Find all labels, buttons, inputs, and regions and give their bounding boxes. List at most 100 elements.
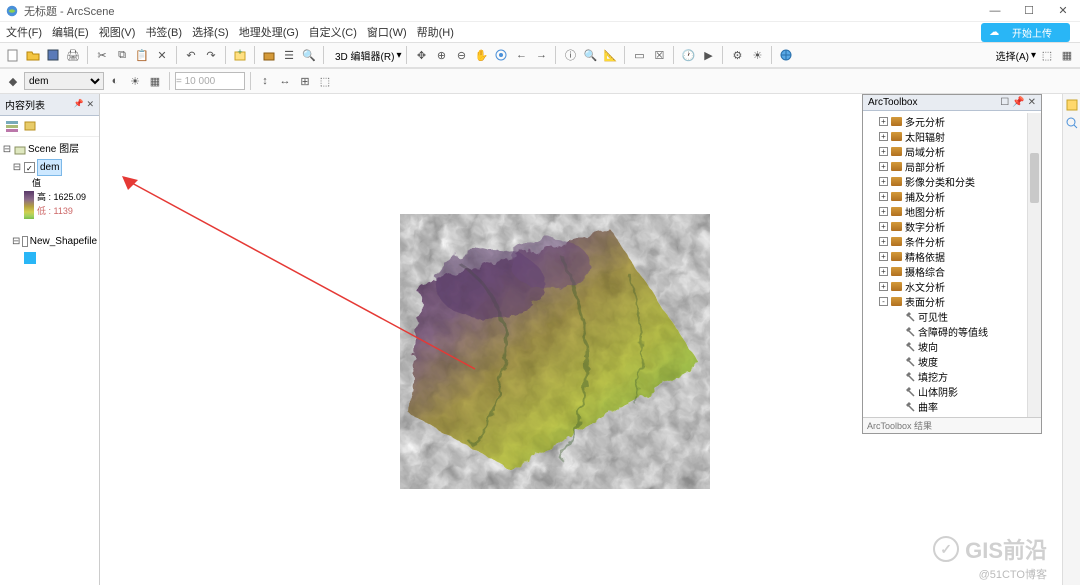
measure-button[interactable]: 📐 <box>601 46 619 64</box>
toolbox-node[interactable]: +太阳辐射 <box>865 129 1039 144</box>
arctoolbox-dock-icon[interactable]: ☐ <box>1000 97 1009 108</box>
toc-list-by-source-icon[interactable] <box>23 119 37 133</box>
shapefile-visibility-checkbox[interactable] <box>22 236 27 247</box>
layer-tool-3[interactable]: ▦ <box>146 72 164 90</box>
print-button[interactable]: 🖨 <box>64 46 82 64</box>
expand-icon[interactable]: + <box>879 132 888 141</box>
new-button[interactable] <box>4 46 22 64</box>
find-button[interactable]: 🔍 <box>581 46 599 64</box>
toolbox-node[interactable]: +条件分析 <box>865 234 1039 249</box>
expand-icon[interactable]: + <box>879 177 888 186</box>
menu-bookmark[interactable]: 书签(B) <box>145 24 182 40</box>
shapefile-symbol-swatch[interactable] <box>24 252 36 264</box>
expand-icon[interactable]: + <box>879 222 888 231</box>
arctoolbox-tree[interactable]: +多元分析+太阳辐射+局域分析+局部分析+影像分类和分类+捕及分析+地图分析+数… <box>863 111 1041 417</box>
arctoolbox-scrollbar[interactable] <box>1027 113 1041 417</box>
toolbox-node[interactable]: +捕及分析 <box>865 189 1039 204</box>
cut-button[interactable]: ✂ <box>93 46 111 64</box>
tool-node[interactable]: 曲率 <box>865 399 1039 414</box>
full-extent-button[interactable] <box>492 46 510 64</box>
dim-tool-4[interactable]: ⬚ <box>316 72 334 90</box>
dim-tool-2[interactable]: ↔ <box>276 72 294 90</box>
search-tab-icon[interactable] <box>1065 116 1079 130</box>
maximize-button[interactable]: ☐ <box>1012 0 1046 22</box>
expand-icon[interactable]: + <box>879 207 888 216</box>
zoom-in-button[interactable]: ⊕ <box>432 46 450 64</box>
navigate-button[interactable]: ✥ <box>412 46 430 64</box>
scene-viewport[interactable]: ArcToolbox ☐ 📌 ✕ +多元分析+太阳辐射+局域分析+局部分析+影像… <box>100 94 1062 585</box>
tool-node[interactable]: 可见性 <box>865 309 1039 324</box>
arctoolbox-footer[interactable]: ArcToolbox 结果 <box>863 417 1041 433</box>
zoom-out-button[interactable]: ⊖ <box>452 46 470 64</box>
layer-select[interactable]: dem <box>24 72 104 90</box>
dim-tool-3[interactable]: ⊞ <box>296 72 314 90</box>
toc-list-by-drawing-icon[interactable] <box>5 119 19 133</box>
collapse-icon[interactable]: ⊟ <box>12 234 20 249</box>
menu-edit[interactable]: 编辑(E) <box>52 24 89 40</box>
lighting-button[interactable]: ☀ <box>748 46 766 64</box>
menu-window[interactable]: 窗口(W) <box>367 24 407 40</box>
toolbox-node[interactable]: +摄格综合 <box>865 264 1039 279</box>
scale-input[interactable] <box>175 72 245 90</box>
tool-node[interactable]: 填挖方 <box>865 369 1039 384</box>
animation-button[interactable]: ▶ <box>699 46 717 64</box>
layer-tool-2[interactable]: ☀ <box>126 72 144 90</box>
dem-visibility-checkbox[interactable] <box>24 162 35 173</box>
menu-geoprocessing[interactable]: 地理处理(G) <box>239 24 299 40</box>
paste-button[interactable]: 📋 <box>133 46 151 64</box>
menu-select[interactable]: 选择(S) <box>192 24 229 40</box>
delete-button[interactable]: ✕ <box>153 46 171 64</box>
menu-view[interactable]: 视图(V) <box>99 24 136 40</box>
expand-icon[interactable]: + <box>879 252 888 261</box>
arctoolbox-pin-icon[interactable]: 📌 <box>1012 97 1024 108</box>
toc-pin-icon[interactable]: 📌 <box>73 99 83 110</box>
layer-tool-1[interactable]: ◐ <box>106 72 124 90</box>
collapse-icon[interactable]: - <box>879 297 888 306</box>
clear-selection-button[interactable]: ☒ <box>650 46 668 64</box>
save-button[interactable] <box>44 46 62 64</box>
expand-icon[interactable]: + <box>879 192 888 201</box>
catalog-button[interactable]: ☰ <box>280 46 298 64</box>
editor-label[interactable]: 3D 编辑器(R) <box>335 48 394 63</box>
menu-help[interactable]: 帮助(H) <box>417 24 454 40</box>
arctoolbox-close-icon[interactable]: ✕ <box>1028 97 1036 108</box>
toolbox-node[interactable]: +精格依据 <box>865 249 1039 264</box>
dim-tool-1[interactable]: ↕ <box>256 72 274 90</box>
undo-button[interactable]: ↶ <box>182 46 200 64</box>
arctoolbox-header[interactable]: ArcToolbox ☐ 📌 ✕ <box>863 95 1041 111</box>
toolbox-node[interactable]: +地图分析 <box>865 204 1039 219</box>
collapse-icon[interactable]: ⊟ <box>2 142 12 157</box>
scene-node[interactable]: ⊟ Scene 图层 <box>2 141 97 158</box>
select-analysis-label[interactable]: 选择(A) <box>996 48 1029 63</box>
expand-icon[interactable]: + <box>879 147 888 156</box>
shapefile-layer-node[interactable]: ⊟ New_Shapefile <box>2 233 97 250</box>
time-slider-button[interactable]: 🕐 <box>679 46 697 64</box>
copy-button[interactable]: ⧉ <box>113 46 131 64</box>
dem-layer-node[interactable]: ⊟ dem <box>2 158 97 177</box>
toolbox-node[interactable]: +局部分析 <box>865 159 1039 174</box>
menu-file[interactable]: 文件(F) <box>6 24 42 40</box>
open-button[interactable] <box>24 46 42 64</box>
expand-icon[interactable]: + <box>879 237 888 246</box>
tool-node[interactable]: 坡度 <box>865 354 1039 369</box>
tool-node[interactable]: 山体阴影 <box>865 384 1039 399</box>
toolbox-node[interactable]: +局域分析 <box>865 144 1039 159</box>
select-features-button[interactable]: ▭ <box>630 46 648 64</box>
close-button[interactable]: ✕ <box>1046 0 1080 22</box>
globe-button[interactable] <box>777 46 795 64</box>
collapse-icon[interactable]: ⊟ <box>12 160 22 175</box>
model-builder-button[interactable]: ⬚ <box>1038 46 1056 64</box>
redo-button[interactable]: ↷ <box>202 46 220 64</box>
toolbox-button[interactable] <box>260 46 278 64</box>
add-data-button[interactable]: + <box>231 46 249 64</box>
minimize-button[interactable]: — <box>978 0 1012 22</box>
toc-close-icon[interactable]: ✕ <box>86 99 94 110</box>
expand-icon[interactable]: + <box>879 162 888 171</box>
toolbox-node[interactable]: +多元分析 <box>865 114 1039 129</box>
menu-customize[interactable]: 自定义(C) <box>309 24 357 40</box>
scrollbar-thumb[interactable] <box>1030 153 1039 203</box>
expand-icon[interactable]: + <box>879 267 888 276</box>
pan-button[interactable]: ✋ <box>472 46 490 64</box>
tool-node[interactable]: 含障碍的等值线 <box>865 324 1039 339</box>
toolbox-node[interactable]: +数字分析 <box>865 219 1039 234</box>
